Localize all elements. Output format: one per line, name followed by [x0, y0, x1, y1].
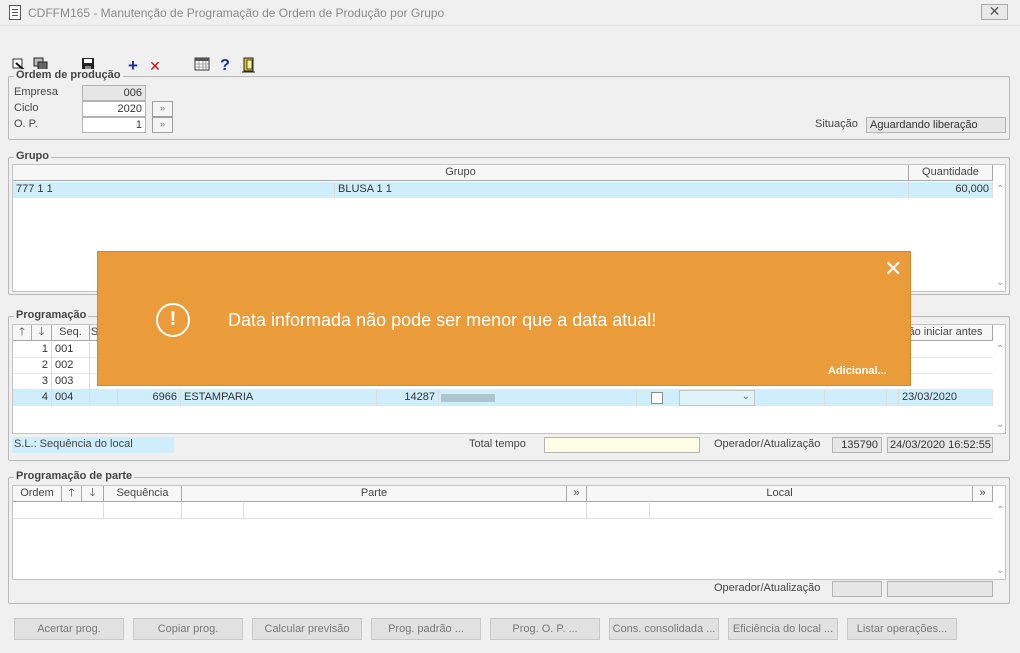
sort-down-icon[interactable]: 🡓: [32, 325, 52, 341]
grupo-codigo-cell: 777 1 1: [13, 182, 335, 198]
sort-up-icon[interactable]: 🡑: [62, 486, 82, 502]
parte-operador-field: [832, 581, 882, 597]
op-field[interactable]: 1: [82, 117, 146, 133]
empresa-label: Empresa: [14, 86, 59, 98]
seq-cell: 003: [52, 374, 90, 390]
cons-consolidada-button[interactable]: Cons. consolidada ...: [609, 618, 719, 640]
iniciar-antes-column-header[interactable]: ão iniciar antes: [899, 325, 993, 341]
toast-message: Data informada não pode ser menor que a …: [228, 310, 657, 330]
empty-cell: [104, 503, 182, 519]
table-row[interactable]: 777 1 1 BLUSA 1 1 60,000: [13, 182, 993, 198]
scroll-up-icon[interactable]: ⌃: [996, 184, 1004, 195]
ciclo-label: Ciclo: [14, 102, 39, 114]
scroll-up-icon[interactable]: ⌃: [996, 505, 1004, 516]
programacao-title: Programação: [14, 309, 89, 321]
row-number-cell: 2: [13, 358, 52, 374]
op-lookup-button[interactable]: »: [152, 117, 173, 133]
local-name-cell: ESTAMPARIA: [181, 390, 377, 406]
table-row[interactable]: 4 004 6966 ESTAMPARIA 14287 ⌄ 23/03/2020: [13, 390, 993, 406]
empty-cell: [755, 390, 825, 406]
row-dropdown[interactable]: ⌄: [679, 390, 755, 406]
situacao-field: Aguardando liberação: [866, 117, 1006, 133]
listar-operacoes-button[interactable]: Listar operações...: [847, 618, 957, 640]
empty-cell: [587, 503, 650, 519]
help-icon[interactable]: ?: [216, 57, 234, 75]
operacao-desc-cell: [439, 390, 637, 406]
prog-padrao-button[interactable]: Prog. padrão ...: [371, 618, 481, 640]
ordem-producao-title: Ordem de produção: [14, 69, 123, 81]
parte-column-header[interactable]: Parte: [182, 486, 567, 502]
empty-cell: [13, 503, 104, 519]
situacao-label: Situação: [815, 118, 858, 130]
grupo-column-header[interactable]: Grupo: [13, 165, 909, 181]
delete-icon[interactable]: ✕: [146, 57, 164, 75]
sequencia-column-header[interactable]: Sequência: [104, 486, 182, 502]
local-cell: 6966: [118, 390, 181, 406]
ordem-column-header[interactable]: Ordem: [13, 486, 62, 502]
toast-more-link[interactable]: Adicional...: [828, 365, 887, 377]
window-title: CDFFM165 - Manutenção de Programação de …: [28, 6, 445, 20]
scroll-down-icon[interactable]: ⌄: [996, 277, 1004, 288]
total-tempo-label: Total tempo: [469, 438, 526, 450]
calendar-icon[interactable]: [193, 57, 211, 75]
programacao-parte-title: Programação de parte: [14, 470, 135, 482]
scroll-down-icon[interactable]: ⌄: [996, 565, 1004, 576]
empty-cell: [887, 390, 899, 406]
prog-op-button[interactable]: Prog. O. P. ...: [490, 618, 600, 640]
total-tempo-field: [544, 437, 700, 453]
scroll-up-icon[interactable]: ⌃: [996, 344, 1004, 355]
sl-cell: [90, 390, 118, 406]
error-toast: ! Data informada não pode ser menor que …: [97, 251, 911, 386]
local-lookup-icon[interactable]: »: [973, 486, 993, 502]
operador-field: 135790: [832, 437, 882, 453]
operador-label: Operador/Atualização: [714, 438, 821, 450]
empresa-field[interactable]: 006: [82, 85, 146, 101]
chevron-down-icon: ⌄: [741, 391, 750, 402]
sort-down-icon[interactable]: 🡓: [82, 486, 104, 502]
iniciar-antes-cell: 23/03/2020: [899, 390, 993, 406]
quantidade-column-header[interactable]: Quantidade: [909, 165, 993, 181]
eficiencia-local-button[interactable]: Eficiência do local ...: [728, 618, 838, 640]
row-number-cell: 3: [13, 374, 52, 390]
scroll-down-icon[interactable]: ⌄: [996, 419, 1004, 430]
parte-atualizacao-field: [887, 581, 993, 597]
empty-cell: [825, 390, 887, 406]
seq-cell: 001: [52, 342, 90, 358]
window-close-button[interactable]: ✕: [981, 4, 1008, 20]
warning-icon: !: [156, 303, 190, 337]
document-icon: [9, 5, 21, 20]
empty-cell: [244, 503, 587, 519]
add-icon[interactable]: +: [124, 57, 142, 75]
grupo-quantidade-cell: 60,000: [909, 182, 993, 198]
exit-icon[interactable]: [240, 57, 258, 75]
title-bar: CDFFM165 - Manutenção de Programação de …: [0, 0, 1020, 26]
op-label: O. P.: [14, 118, 38, 130]
ciclo-field[interactable]: 2020: [82, 101, 146, 117]
operacao-cell: 14287: [377, 390, 439, 406]
row-checkbox[interactable]: [651, 392, 663, 404]
seq-column-header[interactable]: Seq.: [52, 325, 90, 341]
ciclo-lookup-button[interactable]: »: [152, 101, 173, 117]
parte-lookup-icon[interactable]: »: [567, 486, 587, 502]
toolbar: + ✕ ?: [0, 27, 1020, 75]
sort-up-icon[interactable]: 🡑: [13, 325, 32, 341]
grupo-title: Grupo: [14, 150, 51, 162]
parte-grid: Ordem 🡑 🡓 Sequência Parte » Local » ⌃ ⌄: [12, 485, 1006, 580]
seq-cell: 004: [52, 390, 90, 406]
row-number-cell: 1: [13, 342, 52, 358]
local-column-header[interactable]: Local: [587, 486, 973, 502]
calcular-previsao-button[interactable]: Calcular previsão: [252, 618, 362, 640]
empty-cell: [182, 503, 244, 519]
close-icon[interactable]: ✕: [884, 256, 902, 282]
sl-legend-label: S.L.: Sequência do local: [14, 438, 133, 450]
copiar-prog-button[interactable]: Copiar prog.: [133, 618, 243, 640]
seq-cell: 002: [52, 358, 90, 374]
parte-operador-label: Operador/Atualização: [714, 582, 821, 594]
row-number-cell: 4: [13, 390, 52, 406]
grupo-descricao-cell: BLUSA 1 1: [335, 182, 909, 198]
acertar-prog-button[interactable]: Acertar prog.: [14, 618, 124, 640]
atualizacao-field: 24/03/2020 16:52:55: [887, 437, 993, 453]
table-row[interactable]: [13, 503, 993, 519]
